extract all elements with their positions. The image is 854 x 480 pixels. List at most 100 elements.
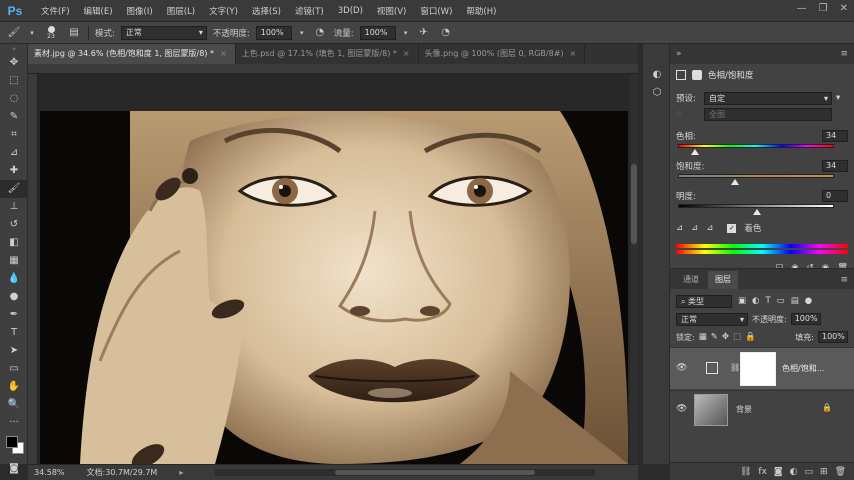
filter-shape-icon[interactable]: ▭ — [777, 296, 785, 306]
history-brush-tool-icon[interactable]: ↺ — [0, 216, 28, 234]
type-tool-icon[interactable]: T — [0, 324, 28, 342]
channel-select[interactable]: 全图 — [704, 107, 832, 121]
visibility-eye-icon[interactable]: 👁 — [676, 363, 687, 373]
layer-filter-select[interactable]: ⌕ 类型 — [676, 294, 732, 308]
pen-tool-icon[interactable]: ✒ — [0, 306, 28, 324]
hue-slider-thumb[interactable] — [690, 149, 699, 155]
menu-edit[interactable]: 编辑(E) — [77, 5, 120, 17]
horizontal-scrollbar[interactable] — [215, 469, 596, 476]
new-layer-icon[interactable]: ⊞ — [820, 467, 828, 477]
menu-file[interactable]: 文件(F) — [34, 5, 77, 17]
fill-input[interactable]: 100% — [818, 331, 848, 343]
dodge-tool-icon[interactable]: ● — [0, 288, 28, 306]
layer-name[interactable]: 背景 — [736, 404, 752, 415]
menu-view[interactable]: 视图(V) — [370, 5, 413, 17]
minimize-icon[interactable]: — — [797, 3, 807, 14]
zoom-level[interactable]: 34.58% — [34, 468, 65, 477]
lightness-slider-thumb[interactable] — [753, 209, 761, 215]
lock-position-icon[interactable]: ✥ — [722, 332, 729, 342]
chevron-down-icon[interactable]: ▾ — [28, 25, 36, 41]
mask-icon[interactable] — [692, 70, 702, 80]
filter-toggle-icon[interactable]: ● — [805, 296, 812, 306]
status-menu-icon[interactable]: ▸ — [179, 468, 183, 477]
preset-options-icon[interactable]: ▾ — [836, 93, 840, 103]
eyedropper-subtract-icon[interactable]: ⊿ — [706, 223, 713, 233]
marquee-tool-icon[interactable]: ⬚ — [0, 72, 28, 90]
close-icon[interactable]: ✕ — [840, 3, 848, 14]
layer-row-background[interactable]: 👁 背景 🔒 — [670, 390, 854, 428]
adjustment-icon[interactable] — [676, 70, 686, 80]
layer-name[interactable]: 色相/饱和... — [782, 363, 824, 374]
eyedropper-tool-icon[interactable]: ⊿ — [0, 144, 28, 162]
menu-3d[interactable]: 3D(D) — [331, 6, 370, 16]
hand-adjust-icon[interactable]: ☝ — [676, 109, 704, 119]
new-adjustment-icon[interactable]: ◐ — [790, 467, 798, 477]
filter-smart-icon[interactable]: ▤ — [791, 296, 799, 306]
eyedropper-icon[interactable]: ⊿ — [676, 223, 683, 233]
menu-type[interactable]: 文字(Y) — [202, 5, 245, 17]
menu-window[interactable]: 窗口(W) — [413, 5, 459, 17]
lock-artboard-icon[interactable]: ⬚ — [733, 332, 741, 342]
airbrush-icon[interactable]: ✈ — [416, 25, 432, 41]
layer-style-icon[interactable]: fx — [758, 467, 767, 477]
close-icon[interactable]: × — [570, 49, 577, 58]
menu-filter[interactable]: 滤镜(T) — [288, 5, 331, 17]
document-image[interactable] — [40, 111, 628, 464]
brush-panel-icon[interactable]: ▤ — [66, 25, 82, 41]
eraser-tool-icon[interactable]: ◧ — [0, 234, 28, 252]
mask-link-icon[interactable]: ⛓ — [730, 363, 740, 372]
flow-input[interactable]: 100% — [359, 25, 396, 40]
foreground-color-swatch[interactable] — [6, 436, 18, 448]
tab-document-3[interactable]: 头像.png @ 100% (图层 0, RGB/8#) × — [419, 44, 586, 64]
gradient-tool-icon[interactable]: ▦ — [0, 252, 28, 270]
hand-tool-icon[interactable]: ✋ — [0, 378, 28, 396]
close-icon[interactable]: × — [220, 49, 227, 58]
more-tools-icon[interactable]: ··· — [0, 414, 28, 432]
eyedropper-add-icon[interactable]: ⊿ — [691, 223, 698, 233]
layer-mask-thumbnail[interactable] — [740, 352, 776, 386]
saturation-slider[interactable] — [678, 174, 834, 185]
collapse-icon[interactable]: » — [0, 44, 28, 54]
saturation-slider-thumb[interactable] — [731, 179, 740, 185]
collapse-icon[interactable]: » — [676, 49, 682, 59]
menu-select[interactable]: 选择(S) — [245, 5, 288, 17]
brush-tool-icon[interactable]: 🖌 — [0, 180, 28, 198]
tab-document-1[interactable]: 素材.jpg @ 34.6% (色相/饱和度 1, 图层蒙版/8) * × — [28, 44, 236, 64]
menu-layer[interactable]: 图层(L) — [160, 5, 202, 17]
blur-tool-icon[interactable]: 💧 — [0, 270, 28, 288]
panel-menu-icon[interactable]: ≡ — [840, 271, 848, 289]
layer-opacity-input[interactable]: 100% — [790, 313, 821, 325]
lock-transparent-icon[interactable]: ▦ — [699, 332, 707, 342]
pressure-opacity-icon[interactable]: ◔ — [312, 25, 328, 41]
scrollbar-thumb[interactable] — [631, 164, 637, 244]
lightness-slider[interactable] — [678, 204, 834, 215]
brush-preset-picker[interactable]: 23 — [42, 25, 60, 40]
blend-mode-select[interactable]: 正常 ▾ — [676, 312, 748, 326]
visibility-eye-icon[interactable]: 👁 — [676, 404, 687, 414]
lock-all-icon[interactable]: 🔒 — [745, 332, 756, 342]
tab-layers[interactable]: 图层 — [708, 271, 738, 289]
hue-input[interactable]: 34 — [822, 130, 848, 142]
filter-adjustment-icon[interactable]: ◐ — [752, 296, 759, 306]
close-icon[interactable]: × — [403, 49, 410, 58]
colorize-checkbox[interactable]: ✓ — [727, 223, 737, 233]
vertical-scrollbar[interactable] — [630, 74, 638, 464]
opacity-input[interactable]: 100% — [255, 25, 292, 40]
lasso-tool-icon[interactable]: ◌ — [0, 90, 28, 108]
mode-select[interactable]: 正常 ▾ — [120, 25, 207, 40]
delete-layer-icon[interactable]: 🗑 — [835, 467, 846, 477]
lock-pixels-icon[interactable]: ✎ — [711, 332, 718, 342]
panel-menu-icon[interactable]: ≡ — [840, 49, 848, 59]
quick-select-tool-icon[interactable]: ✎ — [0, 108, 28, 126]
preset-select[interactable]: 自定 ▾ — [704, 91, 832, 105]
new-group-icon[interactable]: ▭ — [805, 467, 814, 477]
menu-image[interactable]: 图像(I) — [120, 5, 160, 17]
hue-slider[interactable] — [678, 144, 834, 155]
restore-icon[interactable]: ❐ — [819, 3, 828, 14]
lightness-input[interactable]: 0 — [822, 190, 848, 202]
move-tool-icon[interactable]: ✥ — [0, 54, 28, 72]
shape-tool-icon[interactable]: ▭ — [0, 360, 28, 378]
3d-panel-icon[interactable]: ⬡ — [643, 84, 671, 102]
tab-document-2[interactable]: 上色.psd @ 17.1% (填色 1, 图层蒙版/8) * × — [236, 44, 419, 64]
quick-mask-icon[interactable]: ◙ — [0, 460, 28, 478]
